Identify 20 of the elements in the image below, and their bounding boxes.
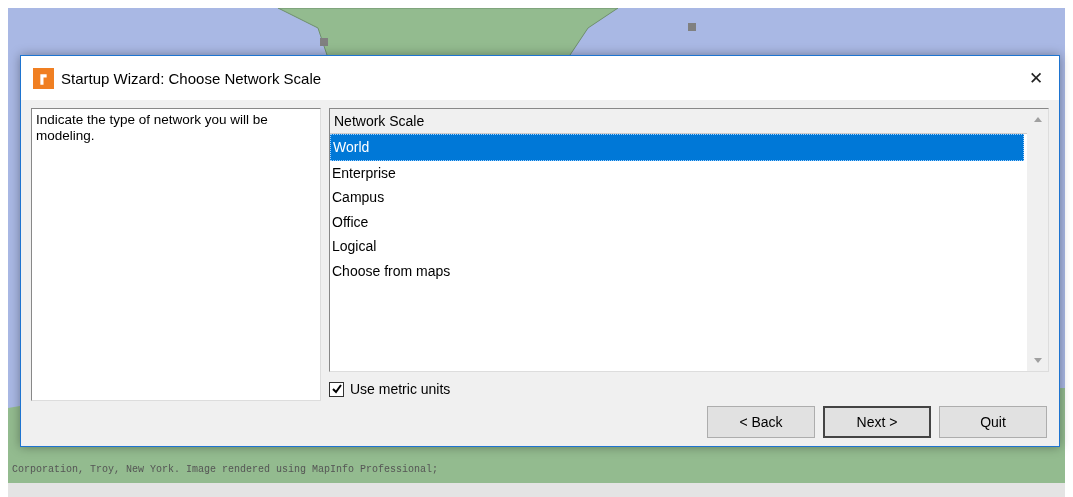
wizard-button[interactable]: Quit (939, 406, 1047, 438)
scrollbar[interactable] (1027, 109, 1048, 371)
column-header: Network Scale (330, 109, 1027, 134)
list-item[interactable]: Enterprise (330, 160, 1024, 185)
list-item[interactable]: World (330, 134, 1024, 161)
scroll-down-icon[interactable] (1033, 358, 1042, 363)
close-button[interactable]: ✕ (1013, 58, 1059, 98)
scroll-up-icon[interactable] (1033, 117, 1042, 122)
wizard-button[interactable]: Next > (823, 406, 931, 438)
wizard-button[interactable]: < Back (707, 406, 815, 438)
list-item[interactable]: Choose from maps (330, 258, 1024, 283)
metric-checkbox[interactable] (329, 381, 344, 397)
metric-label[interactable]: Use metric units (350, 381, 451, 397)
window-title: Startup Wizard: Choose Network Scale (61, 69, 322, 87)
list-item[interactable]: Office (330, 209, 1024, 234)
description-text: Indicate the type of network you will be modeling. (31, 108, 321, 401)
map-credit-text: Corporation, Troy, New York. Image rendered using MapInfo Professional; (12, 464, 439, 475)
list-item[interactable]: Logical (330, 234, 1024, 259)
list-item[interactable]: Campus (330, 185, 1024, 210)
app-logo-icon (33, 67, 54, 89)
